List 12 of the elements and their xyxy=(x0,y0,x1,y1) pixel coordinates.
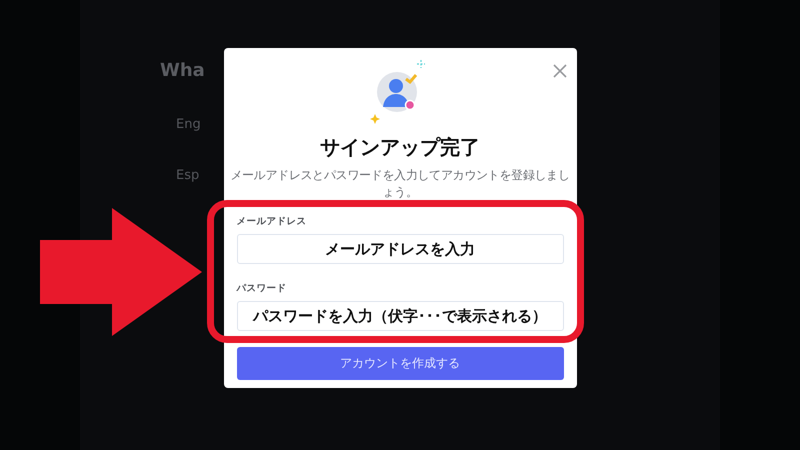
arrow-icon xyxy=(40,208,202,336)
dialog-description: メールアドレスとパスワードを入力してアカウントを登録しましょう。 xyxy=(230,167,570,201)
background-heading: Wha xyxy=(160,60,205,81)
field-label: メールアドレス xyxy=(236,215,308,228)
close-icon[interactable] xyxy=(552,64,566,78)
language-option: Eng xyxy=(176,117,201,132)
dialog-title: サインアップ完了 xyxy=(320,134,480,161)
field-label: パスワード xyxy=(236,282,288,295)
input-field[interactable]: パスワードを入力（伏字･･･で表示される） xyxy=(236,301,564,331)
language-option: Esp xyxy=(176,168,200,183)
input-field[interactable]: メールアドレスを入力 xyxy=(236,234,564,264)
create-account-button[interactable]: アカウントを作成する xyxy=(236,347,564,380)
